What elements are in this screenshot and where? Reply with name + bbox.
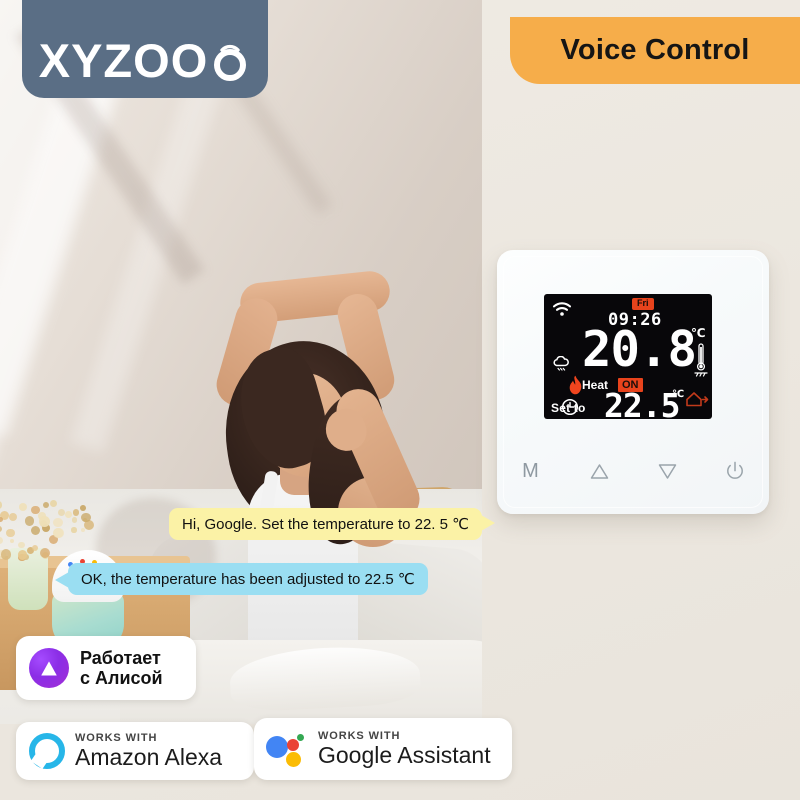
- temperature-up-button[interactable]: [565, 463, 633, 480]
- alexa-badge-text: WORKS WITH Amazon Alexa: [75, 732, 222, 770]
- mode-button[interactable]: M: [497, 461, 565, 481]
- wifi-icon: [552, 301, 572, 317]
- power-icon: [725, 461, 745, 481]
- flower-head: [58, 509, 65, 516]
- user-speech-bubble: Hi, Google. Set the temperature to 22. 5…: [169, 508, 482, 540]
- alice-line-2: с Алисой: [80, 668, 163, 688]
- flower-head: [0, 517, 3, 522]
- smart-thermostat[interactable]: Fri 09:26 20.8 ℃ Heat ON Set to 22.5 ℃ M: [497, 250, 769, 514]
- flower-head: [0, 501, 2, 508]
- flower-head: [31, 526, 40, 535]
- flower-head: [0, 537, 3, 544]
- voice-control-title: Voice Control: [561, 34, 750, 67]
- current-temperature: 20.8: [582, 325, 696, 374]
- brand-logo-text: XYZOO: [39, 37, 252, 84]
- lifestyle-photo: [0, 0, 482, 724]
- mode-button-label: M: [522, 461, 540, 481]
- triangle-down-icon: [658, 463, 677, 480]
- anti-frost-cloud-icon: [551, 356, 571, 373]
- yandex-alice-badge: Работает с Алисой: [16, 636, 196, 700]
- flower-head: [81, 513, 90, 522]
- amazon-alexa-badge: WORKS WITH Amazon Alexa: [16, 722, 254, 780]
- google-brand-label: Google Assistant: [318, 743, 491, 768]
- flower-head: [54, 528, 64, 538]
- flower-head: [81, 528, 85, 532]
- triangle-up-icon: [590, 463, 609, 480]
- amazon-alexa-icon: [29, 733, 65, 769]
- google-assistant-badge: WORKS WITH Google Assistant: [254, 718, 512, 780]
- set-temperature: 22.5: [604, 389, 679, 419]
- flower-head: [73, 509, 80, 516]
- alice-badge-text: Работает с Алисой: [80, 648, 163, 688]
- flower-head: [71, 527, 76, 532]
- flower-head: [39, 516, 50, 527]
- temperature-down-button[interactable]: [633, 463, 701, 480]
- flower-head: [10, 539, 14, 543]
- alexa-brand-label: Amazon Alexa: [75, 745, 222, 770]
- google-dot-blue: [266, 736, 288, 758]
- google-works-with-label: WORKS WITH: [318, 730, 491, 742]
- flower-head: [18, 542, 24, 548]
- flower-head: [72, 517, 78, 523]
- day-badge: Fri: [632, 298, 654, 310]
- flower-head: [1, 549, 11, 559]
- alexa-works-with-label: WORKS WITH: [75, 732, 222, 744]
- yandex-alice-icon: [29, 648, 69, 688]
- brand-logo-label: XYZOO: [39, 37, 209, 84]
- google-dot-green: [297, 734, 304, 741]
- flower-head: [65, 511, 72, 518]
- flower-head: [0, 526, 2, 532]
- thermostat-lcd-screen: Fri 09:26 20.8 ℃ Heat ON Set to 22.5 ℃: [544, 294, 712, 419]
- google-badge-text: WORKS WITH Google Assistant: [318, 730, 491, 768]
- flame-icon: [568, 375, 583, 396]
- alice-line-1: Работает: [80, 648, 161, 668]
- flower-head: [53, 518, 63, 528]
- ring-logo-mark-icon: [209, 40, 251, 82]
- brand-logo-badge: XYZOO: [22, 0, 268, 98]
- google-assistant-icon: [266, 732, 308, 766]
- current-temperature-unit: ℃: [691, 326, 706, 340]
- floor-thermometer-icon: [694, 342, 708, 378]
- power-button[interactable]: [701, 461, 769, 481]
- set-temperature-unit: ℃: [672, 389, 684, 400]
- away-house-icon: [685, 390, 709, 408]
- product-marketing-image: XYZOO Voice Control Fri 09:26 20.8 ℃ Hea…: [0, 0, 800, 800]
- flower-head: [25, 516, 35, 526]
- google-dot-yellow: [286, 752, 301, 767]
- set-to-label: Set to: [551, 401, 586, 415]
- assistant-speech-bubble: OK, the temperature has been adjusted to…: [68, 563, 428, 595]
- flower-head: [9, 513, 17, 521]
- flower-head: [6, 529, 15, 538]
- thermostat-button-row: M: [497, 450, 769, 492]
- flower-head: [32, 545, 38, 551]
- voice-control-banner: Voice Control: [510, 17, 800, 84]
- flower-head: [50, 500, 57, 507]
- flower-head: [80, 505, 86, 511]
- flower-head: [19, 503, 28, 512]
- google-dot-red: [287, 739, 299, 751]
- flower-head: [43, 502, 49, 508]
